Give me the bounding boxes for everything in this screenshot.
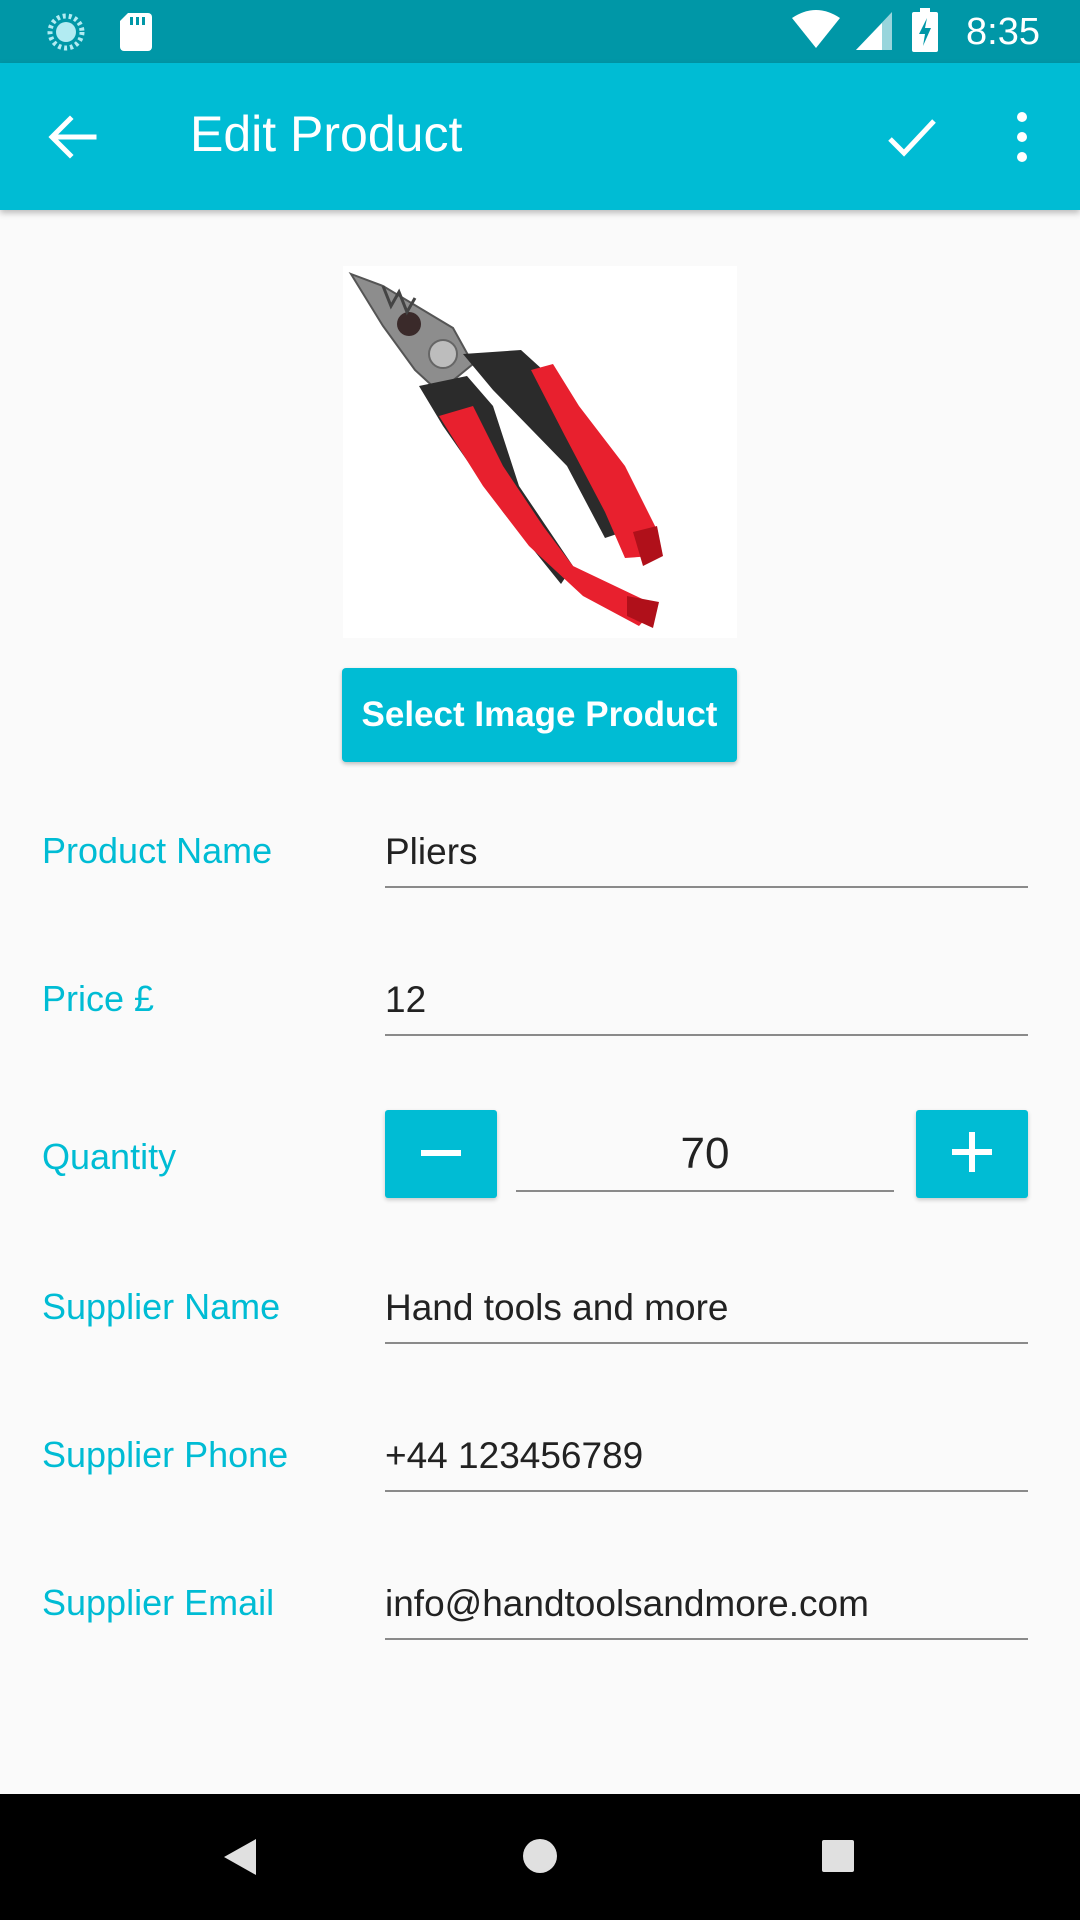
quantity-label: Quantity [42,1136,177,1177]
battery-charging-icon [912,8,939,57]
product-image [343,266,737,638]
status-time: 8:35 [966,11,1040,53]
status-bar: 8:35 [0,0,1080,63]
minus-icon [421,1145,461,1163]
plus-icon [952,1131,992,1177]
supplier-phone-label: Supplier Phone [42,1434,289,1475]
app-bar: Edit Product [0,63,1080,210]
nav-home-icon[interactable] [522,1838,558,1879]
check-icon[interactable] [884,109,940,165]
supplier-name-label: Supplier Name [42,1286,281,1327]
wifi-icon [792,10,841,55]
navigation-bar [0,1794,1080,1920]
price-label: Price £ [42,978,155,1019]
more-vert-icon[interactable] [1000,107,1044,167]
increase-quantity-button[interactable] [916,1110,1028,1198]
sd-card-icon [120,13,152,56]
quantity-field[interactable]: 70 [516,1118,894,1192]
page-title: Edit Product [190,106,463,162]
supplier-phone-field[interactable]: +44 123456789 [385,1422,1028,1492]
back-arrow-icon[interactable] [46,111,98,163]
decrease-quantity-button[interactable] [385,1110,497,1198]
nav-back-icon[interactable] [222,1837,258,1882]
supplier-email-label: Supplier Email [42,1582,275,1623]
supplier-name-field[interactable]: Hand tools and more [385,1274,1028,1344]
pliers-image [348,272,663,628]
product-name-label: Product Name [42,830,273,871]
price-field[interactable]: 12 [385,966,1028,1036]
select-image-button[interactable]: Select Image Product [342,668,737,762]
supplier-email-field[interactable]: info@handtoolsandmore.com [385,1570,1028,1640]
sync-icon [46,12,86,57]
signal-icon [856,10,896,55]
product-name-field[interactable]: Pliers [385,818,1028,888]
nav-recents-icon[interactable] [822,1840,854,1877]
